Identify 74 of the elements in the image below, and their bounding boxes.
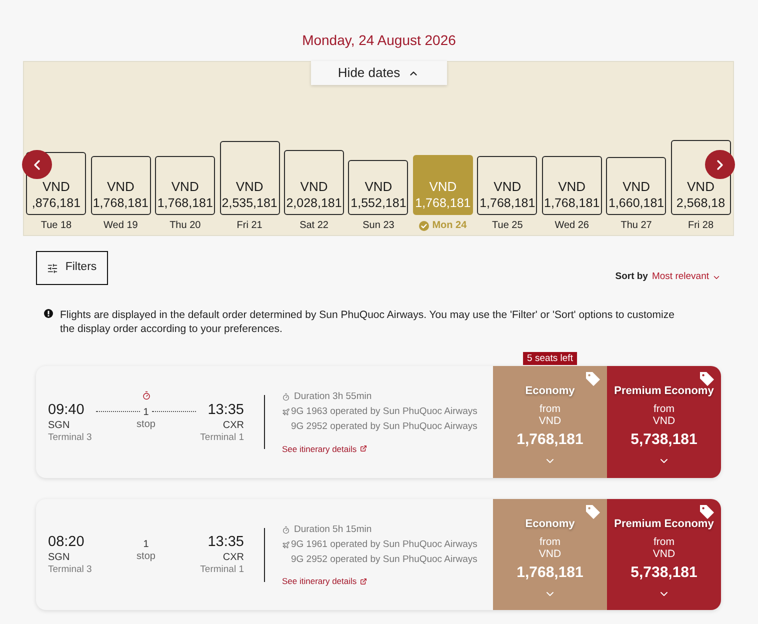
stop-label: stop <box>136 418 156 430</box>
date-label: Fri 28 <box>688 220 714 232</box>
fare-button[interactable]: Premium Economy from VND 5,738,181 <box>607 499 721 610</box>
date-label: Mon 24 <box>432 220 467 232</box>
date-option[interactable]: VND 1,552,181 <box>348 135 408 215</box>
date-label: Fri 21 <box>236 220 262 232</box>
date-option[interactable]: VND 1,768,181 <box>477 135 538 215</box>
flight-operator-text: 9G 1961 operated by Sun PhuQuoc Airways <box>291 538 478 550</box>
date-label: Sat 22 <box>300 220 328 232</box>
departure-time: 08:20 <box>48 533 86 551</box>
itinerary-link[interactable]: See itinerary details <box>282 442 367 454</box>
notice-text: Flights are displayed in the default order determined by Sun PhuQuoc Airways. You may use the 'Filter' or 'Sort' options to customize the display order according to your preferences. <box>60 308 676 336</box>
arrival-airport: CXR <box>222 551 244 564</box>
date-option[interactable]: VND 1,768,181 <box>155 135 216 215</box>
date-label: Wed 26 <box>554 220 589 232</box>
hide-dates-button[interactable]: Hide dates <box>310 61 446 85</box>
next-button[interactable] <box>705 150 735 179</box>
price-bar: VND 1,660,181 <box>606 157 666 215</box>
sort-label: Sort by <box>615 271 648 283</box>
price-bar: VND 2,028,181 <box>284 150 344 215</box>
sort-dropdown[interactable]: Most relevant <box>652 271 721 283</box>
price-bar: VND 1,552,181 <box>348 160 408 215</box>
date-option[interactable]: VND 2,028,181 <box>284 135 344 215</box>
duration-text: Duration 3h 55min <box>294 391 372 403</box>
date-option[interactable]: VND 1,660,181 <box>606 135 666 215</box>
price-bar: VND 1,768,181 <box>90 156 151 215</box>
stop-count: 1 <box>142 406 150 418</box>
date-label: Wed 19 <box>104 220 138 232</box>
tag-icon <box>700 372 714 386</box>
departure-airport: SGN <box>48 418 71 432</box>
date-label: Thu 27 <box>620 220 652 232</box>
itinerary-link[interactable]: See itinerary details <box>282 575 367 587</box>
price-bar: VND 1,768,181 <box>477 156 538 215</box>
external-link-icon <box>360 578 367 584</box>
date-label: Sun 23 <box>362 220 394 232</box>
price-bar: VND 1,768,181 <box>155 156 216 215</box>
departure-airport: SGN <box>48 551 71 564</box>
seats-left-badge: 5 seats left <box>523 352 577 365</box>
plane-icon <box>282 540 290 548</box>
price-bar: VND 1,768,181 <box>412 155 473 215</box>
stopwatch-icon <box>282 393 290 401</box>
previous-button[interactable] <box>22 150 52 179</box>
date-option[interactable]: VND 1,768,181 <box>542 135 602 215</box>
arrival-time: 13:35 <box>208 533 244 551</box>
departure-terminal: Terminal 3 <box>48 564 92 576</box>
tag-icon <box>700 505 714 519</box>
departure-terminal: Terminal 3 <box>48 432 92 444</box>
external-link-icon <box>360 445 367 452</box>
arrival-airport: CXR <box>222 418 244 432</box>
stop-label: stop <box>136 551 156 563</box>
plane-icon <box>282 408 290 416</box>
date-option[interactable]: VND 1,768,181 <box>90 135 151 215</box>
date-label: Tue 25 <box>492 220 523 232</box>
departure-time: 09:40 <box>48 400 86 418</box>
arrival-terminal: Terminal 1 <box>200 564 244 576</box>
stop-count: 1 <box>142 539 150 551</box>
flight-operator-text: 9G 2952 operated by Sun PhuQuoc Airways <box>291 421 478 433</box>
arrival-time: 13:35 <box>208 400 244 418</box>
flight-operator-text: 9G 2952 operated by Sun PhuQuoc Airways <box>291 554 478 566</box>
date-label: Tue 18 <box>40 220 72 232</box>
filters-button[interactable]: Filters <box>36 251 108 285</box>
fare-button[interactable]: Premium Economy from VND 5,738,181 <box>607 366 721 478</box>
check-circle-icon <box>419 221 430 231</box>
tag-icon <box>586 505 600 519</box>
price-bar: VND 1,768,181 <box>542 156 602 215</box>
flight-operator-text: 9G 1963 operated by Sun PhuQuoc Airways <box>291 406 478 418</box>
tag-icon <box>586 372 600 386</box>
arrival-terminal: Terminal 1 <box>200 432 244 444</box>
duration-text: Duration 5h 15min <box>294 524 372 536</box>
sliders-icon <box>47 262 58 274</box>
date-label: Thu 20 <box>170 220 201 232</box>
selected-date-title: Monday, 24 August 2026 <box>302 32 456 49</box>
stopwatch-icon <box>282 526 290 534</box>
alert-icon <box>44 309 53 318</box>
